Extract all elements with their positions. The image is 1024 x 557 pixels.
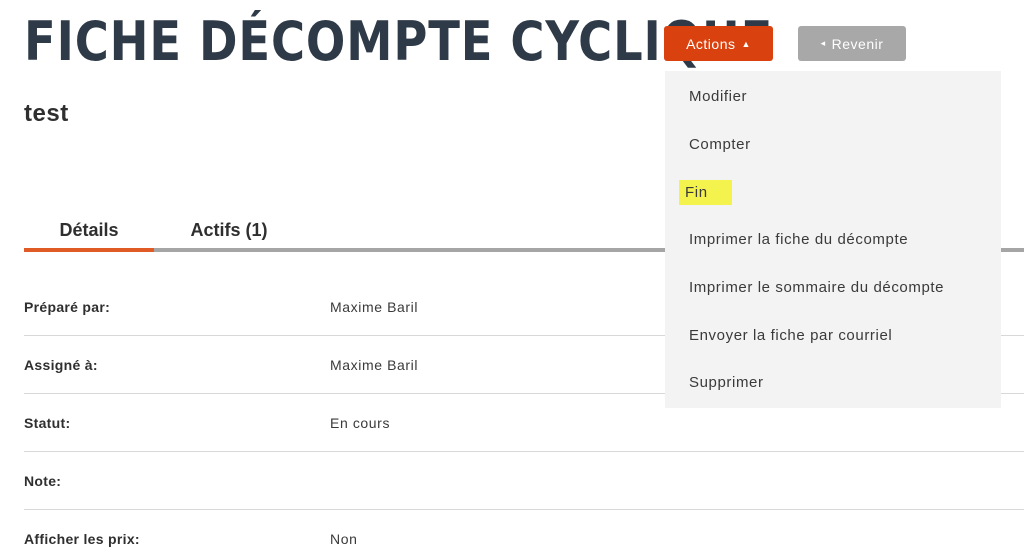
- menu-item-finish[interactable]: Fin: [665, 168, 1001, 216]
- detail-row-show-prices: Afficher les prix: Non: [24, 510, 1024, 557]
- actions-button[interactable]: Actions ▲: [664, 26, 773, 61]
- actions-dropdown-menu: Modifier Compter Fin Imprimer la fiche d…: [665, 71, 1001, 408]
- actions-button-label: Actions: [686, 35, 736, 52]
- page: FICHE DÉCOMPTE CYCLIQUE test Actions ▲ ◂…: [0, 0, 1024, 557]
- tab-assets[interactable]: Actifs (1): [164, 208, 294, 252]
- tab-details[interactable]: Détails: [24, 208, 154, 252]
- detail-label: Préparé par:: [24, 299, 111, 315]
- menu-item-label: Envoyer la fiche par courriel: [689, 326, 893, 344]
- record-name: test: [24, 100, 69, 127]
- detail-value: En cours: [330, 415, 391, 431]
- menu-item-print-sheet[interactable]: Imprimer la fiche du décompte: [665, 216, 1001, 264]
- menu-item-modify[interactable]: Modifier: [665, 73, 1001, 121]
- detail-label: Statut:: [24, 415, 71, 431]
- page-title: FICHE DÉCOMPTE CYCLIQUE: [24, 10, 774, 73]
- menu-item-label: Compter: [689, 136, 751, 154]
- menu-item-label: Modifier: [689, 88, 748, 106]
- arrow-left-icon: ◂: [820, 38, 826, 48]
- detail-label: Afficher les prix:: [24, 531, 140, 547]
- back-button[interactable]: ◂ Revenir: [798, 26, 906, 61]
- menu-item-label: Supprimer: [689, 374, 764, 392]
- menu-item-label: Imprimer la fiche du décompte: [689, 231, 909, 249]
- caret-up-icon: ▲: [741, 38, 751, 49]
- detail-label: Note:: [24, 473, 62, 489]
- menu-item-print-summary[interactable]: Imprimer le sommaire du décompte: [665, 264, 1001, 312]
- menu-item-email-sheet[interactable]: Envoyer la fiche par courriel: [665, 311, 1001, 359]
- menu-item-count[interactable]: Compter: [665, 121, 1001, 169]
- detail-row-note: Note:: [24, 452, 1024, 510]
- menu-item-label: Fin: [679, 179, 732, 205]
- detail-value: Maxime Baril: [330, 299, 419, 315]
- detail-label: Assigné à:: [24, 357, 98, 373]
- back-button-label: Revenir: [831, 35, 884, 52]
- menu-item-delete[interactable]: Supprimer: [665, 359, 1001, 407]
- detail-value: Non: [330, 531, 358, 547]
- detail-value: Maxime Baril: [330, 357, 419, 373]
- menu-item-label: Imprimer le sommaire du décompte: [689, 279, 945, 297]
